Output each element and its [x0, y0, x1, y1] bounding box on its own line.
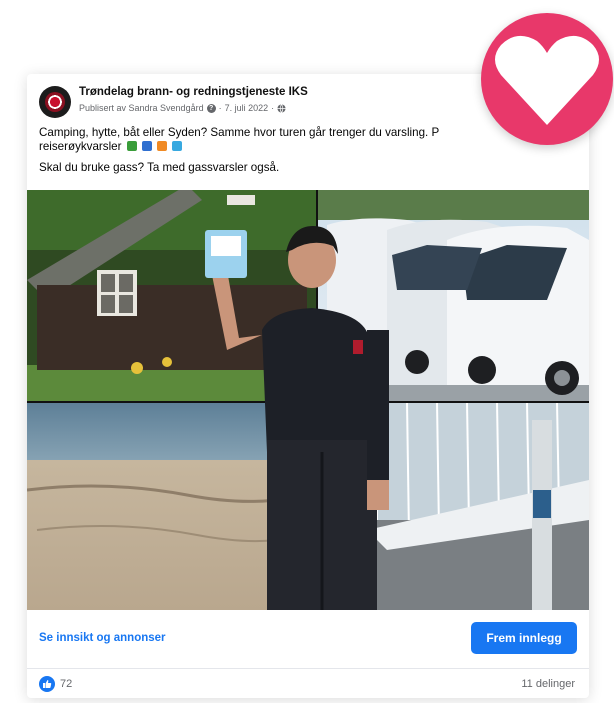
page-avatar[interactable]: [39, 86, 71, 118]
post-text: Camping, hytte, båt eller Syden? Samme h…: [39, 126, 584, 182]
info-icon[interactable]: ?: [206, 103, 216, 113]
share-count[interactable]: 11 delinger: [521, 678, 575, 690]
post-photo-illustration: [27, 190, 589, 610]
facebook-post-card: Trøndelag brann- og redningstjeneste IKS…: [27, 74, 589, 698]
separator-dot: ·: [218, 103, 222, 113]
car-emoji-icon: [141, 141, 152, 151]
fire-department-logo-icon: [45, 92, 65, 112]
post-text-line: reiserøykvarsler: [39, 140, 584, 154]
thumbs-up-glyph: [43, 680, 52, 688]
boat-emoji-icon: [157, 141, 168, 151]
post-image[interactable]: [27, 190, 589, 610]
separator-dot: ·: [271, 103, 275, 113]
beach-emoji-icon: [172, 141, 183, 151]
page-name[interactable]: Trøndelag brann- og redningstjeneste IKS: [79, 86, 308, 98]
boost-post-button[interactable]: Frem innlegg: [471, 622, 577, 654]
post-meta: Publisert av Sandra Svendgård ? · 7. jul…: [79, 103, 286, 113]
post-text-line: Skal du bruke gass? Ta med gassvarsler o…: [39, 161, 280, 174]
like-count[interactable]: 72: [60, 678, 72, 690]
heart-icon: [495, 35, 599, 125]
post-date[interactable]: 7. juli 2022: [225, 103, 269, 113]
thumbs-up-icon[interactable]: [39, 676, 55, 692]
insights-and-ads-link[interactable]: Se innsikt og annonser: [39, 632, 166, 644]
post-stats: 72 11 delinger: [27, 670, 589, 698]
globe-icon: [277, 103, 286, 113]
heart-badge: [481, 13, 613, 145]
tree-emoji-icon: [126, 141, 137, 151]
post-actions-bar: Se innsikt og annonser Frem innlegg: [27, 610, 589, 669]
author-line: Publisert av Sandra Svendgård: [79, 103, 204, 113]
